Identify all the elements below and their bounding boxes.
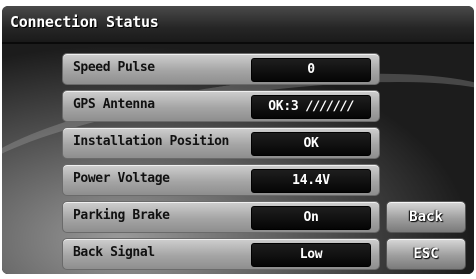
status-row-gps-antenna: GPS Antenna OK:3 ∕∕∕∕∕∕∕: [62, 90, 380, 122]
parking-brake-value: On: [251, 206, 371, 230]
status-row-speed-pulse: Speed Pulse 0: [62, 53, 380, 85]
power-voltage-label: Power Voltage: [73, 171, 170, 186]
gps-antenna-value: OK:3: [268, 99, 299, 114]
gps-signal-indicator: ∕∕∕∕∕∕∕: [305, 99, 355, 114]
back-signal-label: Back Signal: [73, 245, 155, 260]
speed-pulse-value: 0: [251, 58, 371, 82]
title-bar: Connection Status: [2, 6, 474, 44]
installation-position-value: OK: [251, 132, 371, 156]
back-button[interactable]: Back: [386, 201, 466, 233]
connection-status-window: Connection Status Speed Pulse 0 GPS Ante…: [2, 6, 474, 274]
speed-pulse-label: Speed Pulse: [73, 60, 155, 75]
installation-position-label: Installation Position: [73, 134, 229, 149]
status-row-power-voltage: Power Voltage 14.4V: [62, 164, 380, 196]
parking-brake-label: Parking Brake: [73, 208, 170, 223]
status-row-installation-position: Installation Position OK: [62, 127, 380, 159]
gps-antenna-value-box: OK:3 ∕∕∕∕∕∕∕: [251, 95, 371, 119]
status-row-back-signal: Back Signal Low: [62, 238, 380, 270]
power-voltage-value: 14.4V: [251, 169, 371, 193]
esc-button[interactable]: ESC: [386, 238, 466, 270]
back-signal-value: Low: [251, 243, 371, 267]
gps-antenna-label: GPS Antenna: [73, 97, 155, 112]
window-title: Connection Status: [10, 13, 159, 31]
status-row-parking-brake: Parking Brake On: [62, 201, 380, 233]
status-panel: Speed Pulse 0 GPS Antenna OK:3 ∕∕∕∕∕∕∕ I…: [2, 44, 474, 274]
